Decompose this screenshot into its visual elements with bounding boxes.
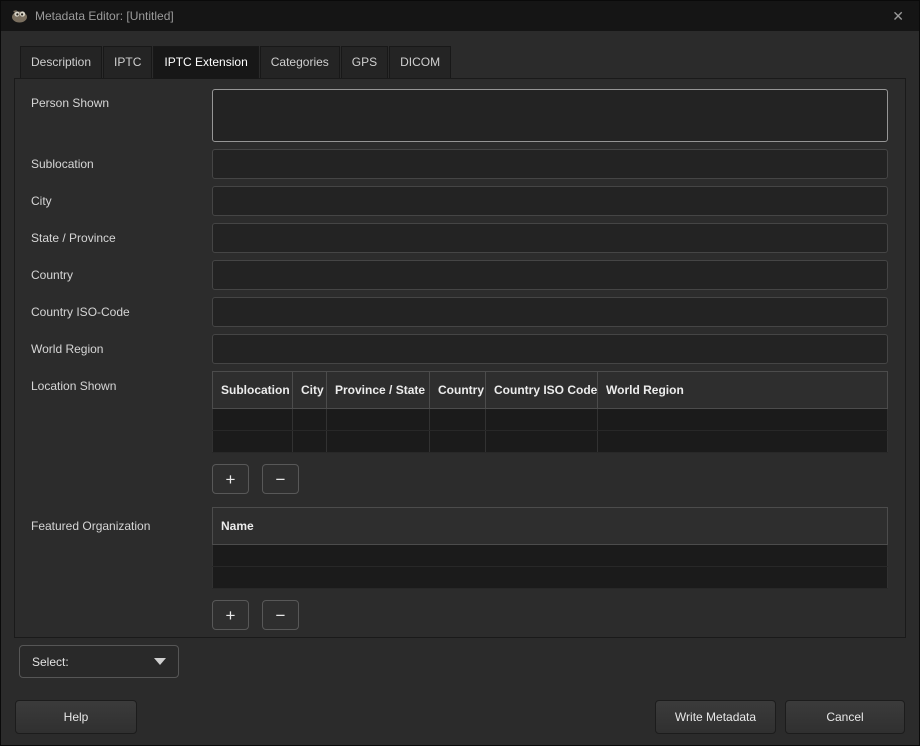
action-buttons: Write Metadata Cancel xyxy=(655,700,905,734)
person-shown-row: Person Shown xyxy=(15,89,905,142)
add-location-button[interactable]: + xyxy=(212,464,249,494)
location-shown-row: Location Shown Sublocation City Province… xyxy=(15,371,905,504)
person-shown-label: Person Shown xyxy=(31,89,212,110)
sublocation-label: Sublocation xyxy=(31,149,212,171)
metadata-editor-window: Metadata Editor: [Untitled] ✕ Descriptio… xyxy=(0,0,920,746)
table-row[interactable] xyxy=(213,431,888,453)
column-header-world-region[interactable]: World Region xyxy=(598,372,888,409)
featured-organization-header-row: Name xyxy=(213,508,888,545)
column-header-province-state[interactable]: Province / State xyxy=(327,372,430,409)
sublocation-input[interactable] xyxy=(212,149,888,179)
remove-location-button[interactable]: − xyxy=(262,464,299,494)
add-organization-button[interactable]: + xyxy=(212,600,249,630)
column-header-country-iso-code[interactable]: Country ISO Code xyxy=(486,372,598,409)
city-input[interactable] xyxy=(212,186,888,216)
city-row: City xyxy=(15,186,905,216)
country-label: Country xyxy=(31,260,212,282)
city-label: City xyxy=(31,186,212,208)
location-shown-actions: + − xyxy=(212,464,888,494)
state-province-label: State / Province xyxy=(31,223,212,245)
country-iso-code-row: Country ISO-Code xyxy=(15,297,905,327)
table-row[interactable] xyxy=(213,545,888,567)
world-region-row: World Region xyxy=(15,334,905,364)
tab-bar: Description IPTC IPTC Extension Categori… xyxy=(14,46,906,78)
select-dropdown-label: Select: xyxy=(32,655,69,669)
table-row[interactable] xyxy=(213,567,888,589)
remove-organization-button[interactable]: − xyxy=(262,600,299,630)
help-button[interactable]: Help xyxy=(15,700,137,734)
table-row[interactable] xyxy=(213,409,888,431)
window-title: Metadata Editor: [Untitled] xyxy=(35,9,174,23)
tab-description[interactable]: Description xyxy=(20,46,102,78)
select-dropdown[interactable]: Select: xyxy=(19,645,179,678)
featured-organization-label: Featured Organization xyxy=(31,507,212,533)
location-shown-header-row: Sublocation City Province / State Countr… xyxy=(213,372,888,409)
sublocation-row: Sublocation xyxy=(15,149,905,179)
bottom-bar: Help Write Metadata Cancel xyxy=(1,700,919,734)
column-header-name[interactable]: Name xyxy=(213,508,888,545)
tab-gps[interactable]: GPS xyxy=(341,46,388,78)
location-shown-table: Sublocation City Province / State Countr… xyxy=(212,371,888,453)
tab-dicom[interactable]: DICOM xyxy=(389,46,451,78)
tab-iptc[interactable]: IPTC xyxy=(103,46,152,78)
state-province-input[interactable] xyxy=(212,223,888,253)
chevron-down-icon xyxy=(154,658,166,665)
person-shown-input[interactable] xyxy=(212,89,888,142)
write-metadata-button[interactable]: Write Metadata xyxy=(655,700,776,734)
column-header-country[interactable]: Country xyxy=(430,372,486,409)
iptc-extension-panel: Person Shown Sublocation City State / Pr… xyxy=(14,78,906,638)
state-province-row: State / Province xyxy=(15,223,905,253)
country-iso-code-input[interactable] xyxy=(212,297,888,327)
country-input[interactable] xyxy=(212,260,888,290)
close-button[interactable]: ✕ xyxy=(887,8,909,25)
featured-organization-actions: + − xyxy=(212,600,888,630)
gimp-icon xyxy=(11,9,28,23)
world-region-label: World Region xyxy=(31,334,212,356)
country-row: Country xyxy=(15,260,905,290)
column-header-sublocation[interactable]: Sublocation xyxy=(213,372,293,409)
tab-categories[interactable]: Categories xyxy=(260,46,340,78)
cancel-button[interactable]: Cancel xyxy=(785,700,905,734)
world-region-input[interactable] xyxy=(212,334,888,364)
select-row: Select: xyxy=(19,645,919,678)
tab-iptc-extension[interactable]: IPTC Extension xyxy=(153,46,258,79)
title-bar: Metadata Editor: [Untitled] ✕ xyxy=(1,1,919,31)
country-iso-code-label: Country ISO-Code xyxy=(31,297,212,319)
featured-organization-table: Name xyxy=(212,507,888,589)
featured-organization-row: Featured Organization Name + − xyxy=(15,507,905,638)
location-shown-label: Location Shown xyxy=(31,371,212,393)
column-header-city[interactable]: City xyxy=(293,372,327,409)
